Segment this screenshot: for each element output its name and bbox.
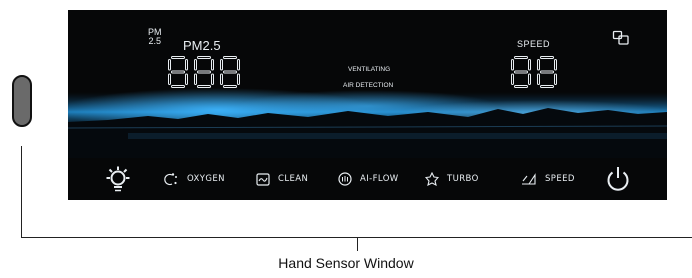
- button-bar: OXYGEN CLEAN AI-FLOW TURBO SPEED: [68, 158, 667, 200]
- clean-button[interactable]: CLEAN: [256, 158, 308, 200]
- window-switch-icon[interactable]: [612, 30, 630, 46]
- hand-sensor-window: [12, 75, 32, 127]
- light-button[interactable]: [106, 158, 138, 200]
- air-detection-label: AIR DETECTION: [343, 82, 394, 89]
- leader-line: [21, 146, 22, 238]
- oxygen-label: OXYGEN: [187, 174, 225, 184]
- pm-digit: [220, 56, 240, 88]
- speed-button-label: SPEED: [545, 174, 575, 184]
- turbo-icon: [425, 172, 439, 186]
- ai-flow-button[interactable]: AI-FLOW: [338, 158, 399, 200]
- clean-label: CLEAN: [278, 174, 309, 184]
- clean-icon: [256, 172, 270, 186]
- ai-flow-label: AI-FLOW: [360, 174, 399, 184]
- speed-digits: [511, 56, 557, 88]
- pm-digit: [194, 56, 214, 88]
- speed-digit: [511, 56, 531, 88]
- ventilating-label: VENTILATING: [348, 66, 391, 73]
- speed-digit: [537, 56, 557, 88]
- pm-icon: PM 2.5: [148, 28, 162, 46]
- speed-icon: [522, 173, 536, 185]
- pm-digits: [168, 56, 240, 88]
- display-screen: PM 2.5 PM2.5 VENTILATING AIR DETECTION S…: [68, 10, 667, 158]
- power-button[interactable]: [605, 158, 639, 200]
- speed-display-label: SPEED: [517, 39, 551, 49]
- ai-flow-icon: [338, 172, 352, 186]
- pm-digit: [168, 56, 188, 88]
- speed-button[interactable]: SPEED: [521, 158, 575, 200]
- oxygen-button[interactable]: OXYGEN: [163, 158, 225, 200]
- pm-label: PM2.5: [183, 38, 221, 53]
- power-icon: [607, 167, 629, 191]
- light-icon: [106, 166, 130, 192]
- pm-icon-line2: 2.5: [148, 36, 161, 46]
- turbo-button[interactable]: TURBO: [425, 158, 479, 200]
- oxygen-icon: [164, 173, 177, 186]
- leader-line: [357, 237, 358, 251]
- turbo-label: TURBO: [447, 174, 479, 184]
- control-panel: PM 2.5 PM2.5 VENTILATING AIR DETECTION S…: [68, 10, 667, 200]
- caption: Hand Sensor Window: [278, 255, 414, 271]
